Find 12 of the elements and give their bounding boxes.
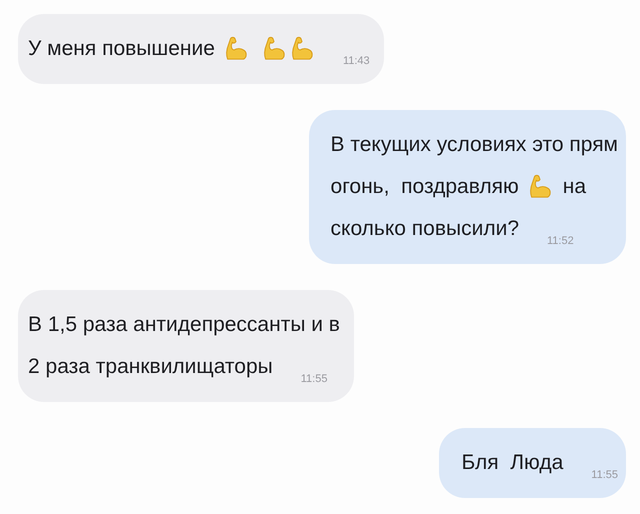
message-text: В 1,5 раза антидепрессанты и в — [28, 312, 340, 338]
message-text: сколько повысили? — [330, 216, 519, 242]
message-time: 11:43 — [342, 54, 370, 68]
message-text: огонь, поздравляю — [330, 174, 519, 200]
message-time: 11:55 — [300, 372, 328, 386]
message-time: 11:55 — [591, 468, 618, 482]
message-text: на — [562, 174, 586, 200]
message-text: 2 раза транквилищаторы — [28, 354, 273, 380]
message-time: 11:52 — [547, 234, 574, 248]
message-text: В текущих условиях это прям — [330, 132, 618, 158]
message-text: У меня повышение — [28, 36, 215, 62]
message-text: Бля Люда — [461, 450, 564, 476]
